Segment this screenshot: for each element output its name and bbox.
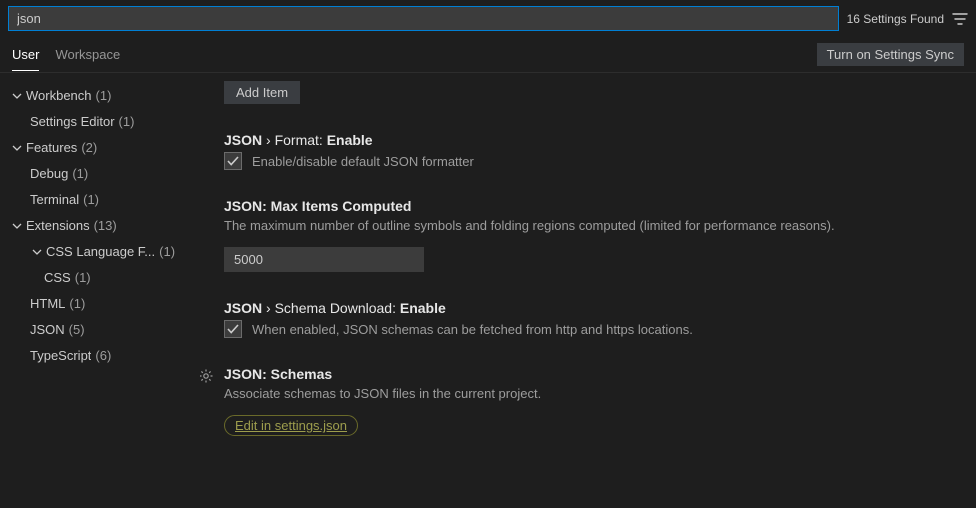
settings-search-input[interactable] [8, 6, 839, 31]
sidebar-count: (1) [96, 85, 112, 107]
title-sep: › Format: [262, 132, 327, 148]
sidebar-label: Extensions [26, 215, 90, 237]
settings-sidebar: Workbench (1) Settings Editor (1) Featur… [0, 73, 200, 508]
sidebar-item-css-language[interactable]: CSS Language F... (1) [10, 239, 194, 265]
setting-title: JSON: Max Items Computed [224, 198, 956, 214]
sidebar-label: CSS Language F... [46, 241, 155, 263]
settings-sync-button[interactable]: Turn on Settings Sync [817, 43, 964, 66]
sidebar-count: (1) [119, 111, 135, 133]
checkbox-json-format-enable[interactable] [224, 152, 242, 170]
sidebar-label: Features [26, 137, 77, 159]
sidebar-item-settings-editor[interactable]: Settings Editor (1) [10, 109, 194, 135]
title-prefix: JSON [224, 132, 262, 148]
sidebar-count: (1) [159, 241, 175, 263]
setting-json-schemas: JSON: Schemas Associate schemas to JSON … [200, 366, 956, 436]
sidebar-label: Terminal [30, 189, 79, 211]
gear-icon[interactable] [200, 368, 214, 384]
check-icon [226, 322, 240, 336]
setting-add-item-row: Add Item [200, 81, 956, 104]
setting-title: JSON › Format: Enable [224, 132, 956, 148]
sidebar-item-css[interactable]: CSS (1) [10, 265, 194, 291]
title-name: Enable [327, 132, 373, 148]
sidebar-item-workbench[interactable]: Workbench (1) [10, 83, 194, 109]
sidebar-item-extensions[interactable]: Extensions (13) [10, 213, 194, 239]
title-prefix: JSON [224, 300, 262, 316]
settings-content: Add Item JSON › Format: Enable Enable/di… [200, 73, 976, 508]
setting-description: Enable/disable default JSON formatter [252, 154, 474, 169]
search-bar: 16 Settings Found [0, 0, 976, 37]
edit-in-settings-json-link[interactable]: Edit in settings.json [224, 415, 358, 436]
chevron-down-icon [10, 91, 24, 101]
sidebar-item-html[interactable]: HTML (1) [10, 291, 194, 317]
title-name: Max Items Computed [267, 198, 412, 214]
filter-icon[interactable] [952, 11, 968, 27]
sidebar-label: CSS [44, 267, 71, 289]
setting-description: Associate schemas to JSON files in the c… [224, 386, 956, 401]
setting-description: When enabled, JSON schemas can be fetche… [252, 322, 693, 337]
sidebar-count: (5) [69, 319, 85, 341]
sidebar-label: HTML [30, 293, 65, 315]
sidebar-label: Workbench [26, 85, 92, 107]
title-prefix: JSON: [224, 198, 267, 214]
sidebar-label: JSON [30, 319, 65, 341]
setting-description: The maximum number of outline symbols an… [224, 218, 956, 233]
title-prefix: JSON: [224, 366, 267, 382]
sidebar-label: TypeScript [30, 345, 91, 367]
setting-json-format-enable: JSON › Format: Enable Enable/disable def… [200, 132, 956, 170]
sidebar-count: (1) [69, 293, 85, 315]
sidebar-count: (2) [81, 137, 97, 159]
tab-user[interactable]: User [12, 39, 39, 71]
sidebar-item-json[interactable]: JSON (5) [10, 317, 194, 343]
scope-tabs-row: User Workspace Turn on Settings Sync [0, 37, 976, 73]
sidebar-count: (13) [94, 215, 117, 237]
sidebar-count: (1) [75, 267, 91, 289]
chevron-down-icon [10, 221, 24, 231]
sidebar-item-debug[interactable]: Debug (1) [10, 161, 194, 187]
setting-json-schema-download: JSON › Schema Download: Enable When enab… [200, 300, 956, 338]
sidebar-item-typescript[interactable]: TypeScript (6) [10, 343, 194, 369]
sidebar-label: Debug [30, 163, 68, 185]
setting-json-max-items: JSON: Max Items Computed The maximum num… [200, 198, 956, 272]
add-item-button[interactable]: Add Item [224, 81, 300, 104]
chevron-down-icon [30, 247, 44, 257]
title-name: Enable [400, 300, 446, 316]
sidebar-item-features[interactable]: Features (2) [10, 135, 194, 161]
title-name: Schemas [267, 366, 332, 382]
setting-title: JSON › Schema Download: Enable [224, 300, 956, 316]
sidebar-count: (1) [83, 189, 99, 211]
sidebar-count: (1) [72, 163, 88, 185]
check-icon [226, 154, 240, 168]
results-count-text: 16 Settings Found [847, 12, 944, 26]
checkbox-json-schema-download[interactable] [224, 320, 242, 338]
title-sep: › Schema Download: [262, 300, 400, 316]
sidebar-item-terminal[interactable]: Terminal (1) [10, 187, 194, 213]
sidebar-label: Settings Editor [30, 111, 115, 133]
chevron-down-icon [10, 143, 24, 153]
tab-workspace[interactable]: Workspace [55, 39, 120, 71]
max-items-input[interactable] [224, 247, 424, 272]
setting-title: JSON: Schemas [224, 366, 956, 382]
sidebar-count: (6) [95, 345, 111, 367]
